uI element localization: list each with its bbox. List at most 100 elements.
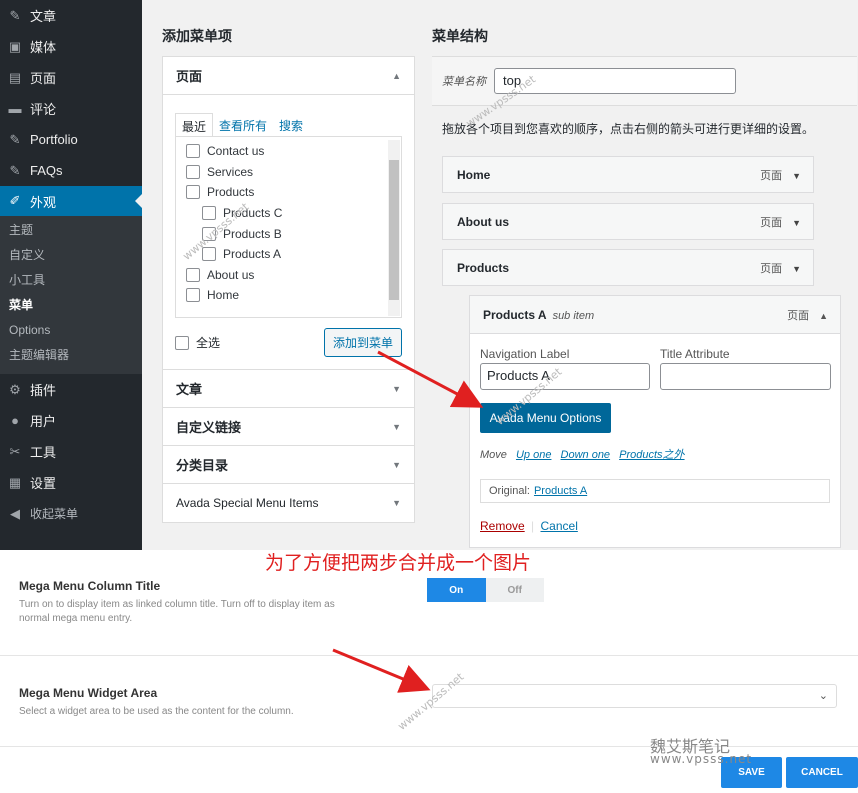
checkbox[interactable] — [186, 164, 200, 179]
admin-sidebar: ✎ 文章 ▣ 媒体 ▤ 页面 ▬ 评论 ✎ Portfolio ✎ FAQs ✐ 外观 主题 … — [0, 0, 142, 550]
checklist-item[interactable]: Contact us — [186, 141, 401, 162]
watermark-url: www.vpsss.net — [650, 752, 753, 766]
menu-item-about[interactable]: About us 页面 ▼ — [442, 203, 814, 240]
select-all-checkbox[interactable] — [175, 335, 189, 350]
chevron-up-icon: ▲ — [392, 70, 401, 81]
tab-search[interactable]: 搜索 — [273, 113, 309, 137]
mega-column-title-toggle[interactable]: On Off — [427, 578, 544, 602]
original-row: Original: Products A — [480, 479, 830, 503]
checkbox[interactable] — [186, 185, 200, 200]
chevron-down-icon: ▼ — [392, 459, 401, 470]
title-attribute-input[interactable] — [660, 363, 831, 390]
section-avada-special[interactable]: Avada Special Menu Items ▼ — [163, 484, 414, 522]
pages-section-body: 最近 查看所有 搜索 Contact us Services Products Pro… — [163, 95, 414, 370]
chevron-down-icon[interactable]: ▼ — [792, 218, 801, 228]
title-attribute-title: Title Attribute — [660, 347, 730, 361]
submenu-customize[interactable]: 自定义 — [0, 243, 142, 268]
chevron-down-icon[interactable]: ▼ — [792, 171, 801, 181]
mega-widget-area-desc: Select a widget area to be used as the c… — [19, 706, 294, 717]
move-down-link[interactable]: Down one — [561, 449, 611, 461]
cancel-button[interactable]: CANCEL — [786, 757, 858, 788]
toggle-on[interactable]: On — [427, 578, 486, 602]
chevron-down-icon: ⌄ — [818, 690, 828, 702]
submenu-themes[interactable]: 主题 — [0, 218, 142, 243]
select-all[interactable]: 全选 — [175, 334, 220, 351]
sidebar-item-faqs[interactable]: ✎ FAQs — [0, 155, 142, 186]
sidebar-item-pages[interactable]: ▤ 页面 — [0, 62, 142, 93]
sidebar-item-plugins[interactable]: ⚙ 插件 — [0, 374, 142, 405]
remove-link[interactable]: Remove — [480, 519, 525, 533]
expanded-item-header[interactable]: Products Asub item 页面 ▲ — [470, 296, 840, 334]
item-actions: Remove | Cancel — [480, 519, 578, 533]
pin-icon: ✎ — [9, 162, 21, 178]
original-link[interactable]: Products A — [534, 485, 587, 497]
move-up-link[interactable]: Up one — [516, 449, 551, 461]
cancel-link[interactable]: Cancel — [541, 519, 578, 533]
collapse-icon: ◀ — [10, 505, 20, 521]
section-categories[interactable]: 分类目录 ▼ — [163, 446, 414, 484]
checklist-label: About us — [207, 267, 255, 282]
wrench-icon: ✂ — [9, 443, 21, 459]
pages-tabs: 最近 查看所有 搜索 — [175, 113, 402, 137]
submenu-menus[interactable]: 菜单 — [0, 293, 142, 318]
sidebar-item-portfolio[interactable]: ✎ Portfolio — [0, 124, 142, 155]
checkbox[interactable] — [186, 144, 200, 159]
nav-label-title: Navigation Label — [480, 347, 570, 361]
sidebar-submenu: 主题 自定义 小工具 菜单 Options 主题编辑器 — [0, 216, 142, 374]
menu-item-home[interactable]: Home 页面 ▼ — [442, 156, 814, 193]
tab-recent[interactable]: 最近 — [175, 113, 214, 137]
chevron-down-icon: ▼ — [392, 498, 401, 508]
user-icon: ● — [11, 412, 19, 428]
add-items-accordion: 页面 ▲ 最近 查看所有 搜索 Contact us Services Product… — [162, 56, 415, 523]
submenu-widgets[interactable]: 小工具 — [0, 268, 142, 293]
chevron-down-icon[interactable]: ▼ — [792, 264, 801, 274]
chevron-down-icon: ▼ — [392, 383, 401, 394]
submenu-options[interactable]: Options — [0, 318, 142, 343]
checkbox[interactable] — [202, 206, 216, 221]
sidebar-item-users[interactable]: ● 用户 — [0, 405, 142, 436]
checklist-item[interactable]: Services — [186, 162, 401, 183]
mega-column-title-desc: Turn on to display item as linked column… — [19, 599, 335, 624]
menu-item-products[interactable]: Products 页面 ▼ — [442, 249, 814, 286]
sidebar-item-appearance[interactable]: ✐ 外观 — [0, 186, 142, 216]
structure-title: 菜单结构 — [432, 28, 488, 44]
sidebar-collapse[interactable]: ◀ 收起菜单 — [0, 498, 142, 529]
move-out-link[interactable]: Products之外 — [619, 449, 684, 461]
scrollbar[interactable] — [388, 140, 400, 316]
submenu-theme-editor[interactable]: 主题编辑器 — [0, 343, 142, 368]
add-to-menu-button[interactable]: 添加到菜单 — [323, 328, 402, 357]
toggle-off[interactable]: Off — [485, 578, 544, 602]
checklist-label: Services — [207, 164, 254, 179]
checklist-label: Products — [207, 185, 255, 200]
add-items-title: 添加菜单项 — [162, 28, 232, 44]
section-custom-links[interactable]: 自定义链接 ▼ — [163, 408, 414, 446]
comment-icon: ▬ — [8, 100, 22, 116]
sidebar-item-media[interactable]: ▣ 媒体 — [0, 31, 142, 62]
sidebar-item-settings[interactable]: ▦ 设置 — [0, 467, 142, 498]
chevron-up-icon[interactable]: ▲ — [819, 311, 828, 321]
sidebar-item-comments[interactable]: ▬ 评论 — [0, 93, 142, 124]
menu-name-label: 菜单名称 — [442, 76, 486, 88]
checklist-item[interactable]: Products A — [186, 244, 401, 265]
section-posts[interactable]: 文章 ▼ — [163, 370, 414, 408]
nav-label-input[interactable]: Products A — [480, 363, 650, 390]
annotation-caption: 为了方便把两步合并成一个图片 — [265, 552, 532, 574]
checklist-item[interactable]: Home — [186, 285, 401, 306]
checklist-label: Home — [207, 288, 240, 303]
chevron-down-icon: ▼ — [392, 421, 401, 432]
checklist-item[interactable]: About us — [186, 265, 401, 286]
checklist-item[interactable]: Products — [186, 182, 401, 203]
sidebar-item-tools[interactable]: ✂ 工具 — [0, 436, 142, 467]
mega-widget-area-label: Mega Menu Widget Area — [19, 686, 158, 700]
sidebar-item-posts[interactable]: ✎ 文章 — [0, 0, 142, 31]
pin-icon: ✎ — [9, 7, 21, 23]
checklist-label: Contact us — [207, 144, 265, 159]
checkbox[interactable] — [186, 288, 200, 303]
pages-section-header[interactable]: 页面 ▲ — [163, 57, 414, 95]
pin-icon: ✎ — [9, 131, 21, 147]
tab-view-all[interactable]: 查看所有 — [213, 113, 273, 137]
widget-area-select[interactable]: ⌄ — [432, 684, 837, 708]
checkbox[interactable] — [186, 267, 200, 282]
brush-icon: ✐ — [9, 193, 21, 208]
drag-hint: 拖放各个项目到您喜欢的顺序，点击右侧的箭头可进行更详细的设置。 — [442, 122, 815, 136]
